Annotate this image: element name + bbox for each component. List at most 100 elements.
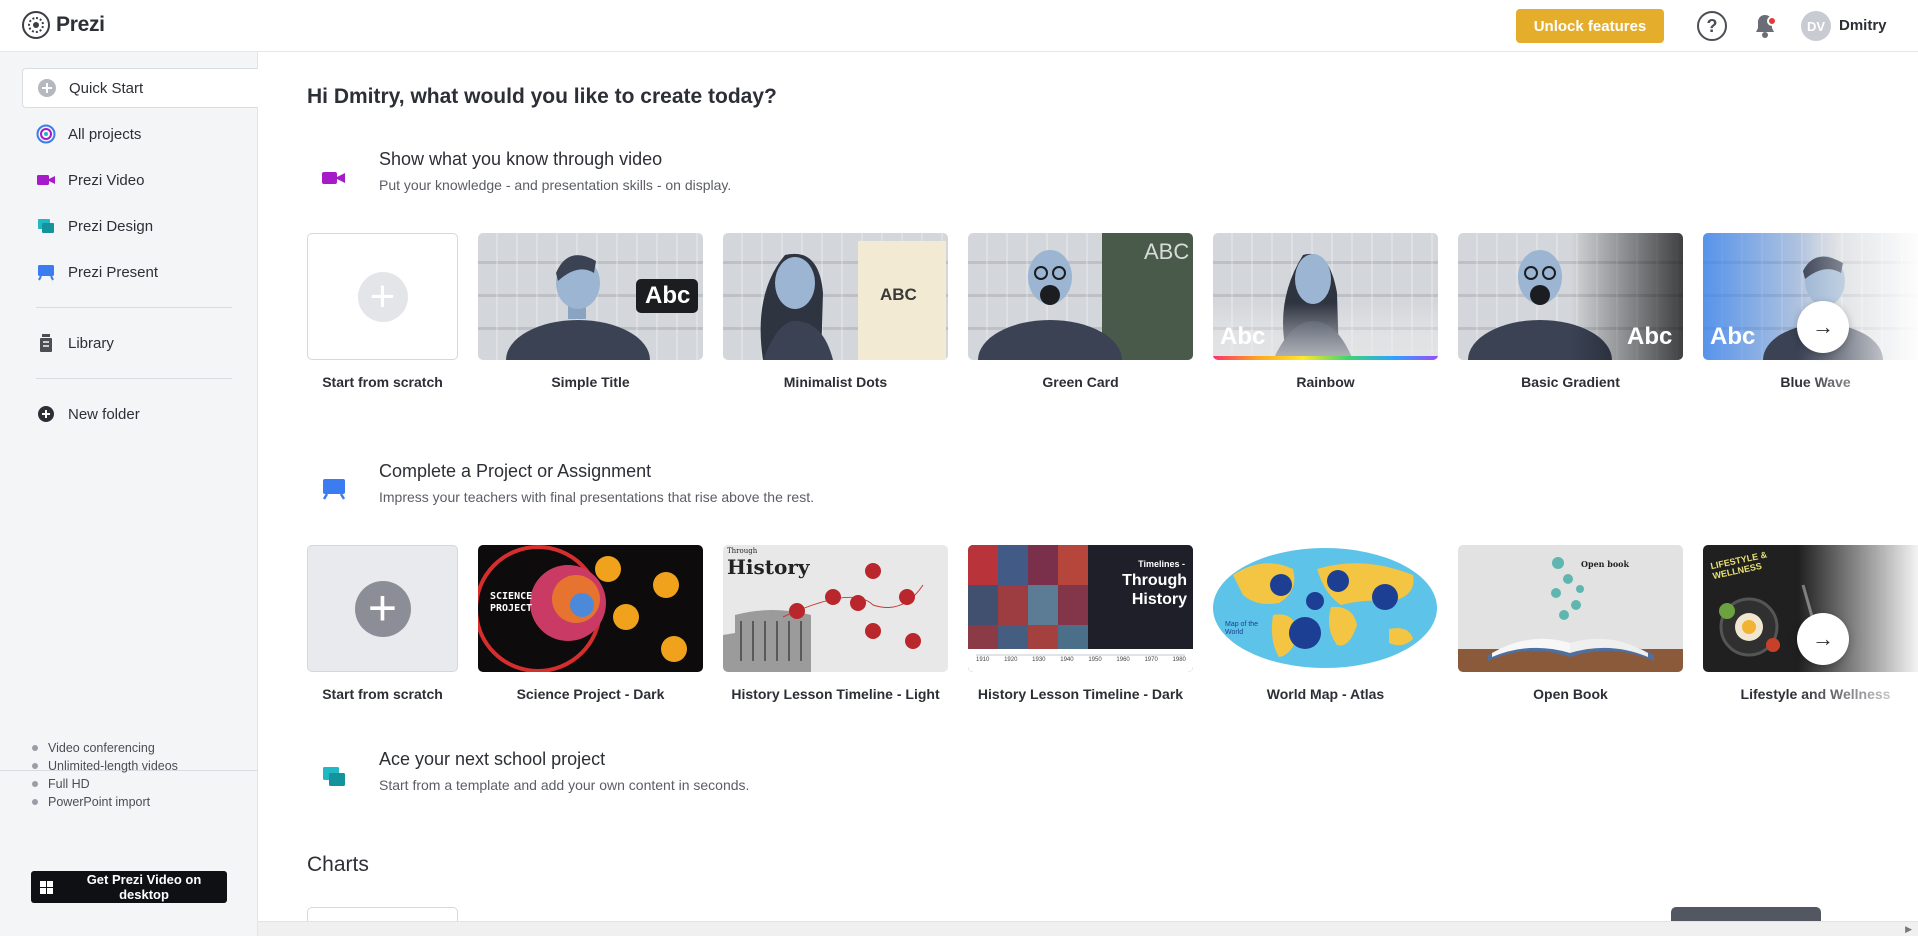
feature-item: Full HD: [32, 775, 178, 793]
sidebar-item-prezi-design[interactable]: Prezi Design: [22, 206, 258, 246]
section-title: Complete a Project or Assignment: [379, 461, 652, 481]
logo-text: Prezi: [56, 13, 105, 36]
feature-item: Unlimited-length videos: [32, 757, 178, 775]
top-bar: Prezi Unlock features ? DV Dmitry: [0, 0, 1918, 52]
thumb-text: Timelines -: [1138, 559, 1185, 569]
card-label: Start from scratch: [322, 686, 443, 702]
spiral-icon: [36, 124, 56, 144]
page-title: Hi Dmitry, what would you like to create…: [307, 85, 777, 108]
next-arrow-icon[interactable]: →: [1797, 613, 1849, 665]
card-label: Simple Title: [551, 374, 630, 390]
thumb-text: Through: [727, 547, 758, 555]
video-camera-icon: [36, 170, 56, 190]
sidebar-item-label: Prezi Video: [68, 171, 145, 189]
feature-item: Video conferencing: [32, 739, 178, 757]
sidebar-item-label: Prezi Present: [68, 263, 159, 281]
sidebar-item-library[interactable]: Library: [22, 323, 258, 363]
sidebar-divider: [36, 378, 232, 379]
sidebar-item-label: Library: [68, 334, 114, 352]
thumb-text: Abc: [645, 282, 691, 309]
thumb-text: Open book: [1581, 559, 1630, 569]
sidebar-item-label: Prezi Design: [68, 217, 154, 235]
presentation-icon: [36, 262, 56, 282]
sidebar-item-label: New folder: [68, 405, 140, 423]
section-subtitle: Impress your teachers with final present…: [379, 489, 814, 505]
sidebar-item-label: Quick Start: [69, 79, 144, 97]
card-label: Green Card: [1042, 374, 1119, 390]
thumb-text: Abc: [1220, 323, 1266, 350]
card-label: Start from scratch: [322, 374, 443, 390]
horizontal-scrollbar[interactable]: ▶: [258, 921, 1918, 936]
card-label: Minimalist Dots: [783, 374, 888, 390]
sidebar-item-prezi-video[interactable]: Prezi Video: [22, 160, 258, 200]
template-card-rainbow[interactable]: Abc: [1213, 233, 1438, 360]
card-label: History Lesson Timeline - Light: [731, 686, 940, 702]
section-subtitle: Start from a template and add your own c…: [379, 777, 750, 793]
thumb-text: History: [727, 555, 810, 579]
user-name[interactable]: Dmitry: [1839, 17, 1887, 34]
prezi-logo-icon: [22, 11, 50, 39]
section-title: Show what you know through video: [379, 149, 663, 169]
card-label: Rainbow: [1296, 374, 1355, 390]
feature-list: Video conferencing Unlimited-length vide…: [32, 739, 178, 811]
design-icon: [36, 216, 56, 236]
design-icon: [323, 767, 345, 786]
world-map-thumbnail: [1213, 548, 1437, 668]
template-card-basic-gradient[interactable]: Abc: [1458, 233, 1683, 360]
scroll-right-arrow-icon[interactable]: ▶: [1905, 924, 1912, 935]
feature-item: PowerPoint import: [32, 793, 178, 811]
main-content: Hi Dmitry, what would you like to create…: [258, 52, 1918, 922]
chart-card[interactable]: [307, 907, 458, 922]
template-card-green-card[interactable]: ABC: [968, 233, 1193, 360]
template-card-minimalist-dots[interactable]: ABC: [723, 233, 948, 360]
get-desktop-label: Get Prezi Video on desktop: [86, 872, 202, 902]
get-desktop-app-button[interactable]: Get Prezi Video on desktop: [31, 871, 227, 903]
section-subtitle: Put your knowledge - and presentation sk…: [379, 177, 732, 193]
thumb-text: Through History: [1122, 572, 1187, 608]
unlock-features-button[interactable]: Unlock features: [1516, 9, 1664, 43]
template-card-world-map-atlas[interactable]: Map of the World: [1213, 545, 1438, 672]
trash-bin-icon: [36, 333, 56, 353]
chart-template-card[interactable]: [1671, 907, 1821, 922]
card-label: World Map - Atlas: [1266, 686, 1385, 702]
next-arrow-icon[interactable]: →: [1797, 301, 1849, 353]
plus-icon: +: [354, 580, 411, 637]
template-card-history-timeline-dark[interactable]: Timelines - Through History 1910 1920 193…: [968, 545, 1193, 672]
notification-dot: [1767, 16, 1777, 26]
plus-circle-icon: [37, 78, 57, 98]
plus-circle-icon: [36, 404, 56, 424]
avatar[interactable]: DV: [1801, 11, 1831, 41]
help-icon[interactable]: ?: [1697, 11, 1727, 41]
sidebar-item-label: All projects: [68, 125, 142, 143]
template-card-open-book[interactable]: Open book: [1458, 545, 1683, 672]
sidebar-item-quick-start[interactable]: Quick Start: [22, 68, 258, 108]
thumb-text: ABC: [880, 285, 917, 304]
template-card-history-timeline-light[interactable]: Through History: [723, 545, 948, 672]
open-book-thumbnail: [1458, 557, 1683, 672]
start-from-scratch-card[interactable]: +: [307, 545, 458, 672]
card-label: History Lesson Timeline - Dark: [977, 686, 1184, 702]
thumb-text: Abc: [1710, 323, 1756, 350]
thumb-text: ABC: [1144, 239, 1190, 264]
video-camera-icon: [322, 172, 345, 184]
sidebar-divider: [36, 307, 232, 308]
thumb-text: SCIENCE PROJECT: [490, 591, 533, 614]
charts-heading: Charts: [307, 853, 369, 876]
thumb-text: Abc: [1627, 323, 1673, 350]
timeline-years: 1910 1920 1930 1940 1950 1960 1970 1980: [976, 657, 1186, 663]
thumb-text: Map of the World: [1225, 621, 1259, 636]
section-title: Ace your next school project: [379, 749, 606, 769]
card-label: Basic Gradient: [1521, 374, 1620, 390]
sidebar-item-all-projects[interactable]: All projects: [22, 114, 258, 154]
start-from-scratch-card[interactable]: +: [307, 233, 458, 360]
template-card-science-project-dark[interactable]: SCIENCE PROJECT: [478, 545, 703, 672]
sidebar-item-prezi-present[interactable]: Prezi Present: [22, 252, 258, 292]
template-card-simple-title[interactable]: Abc: [478, 233, 703, 360]
plus-icon: +: [357, 271, 408, 322]
prezi-logo[interactable]: Prezi: [22, 11, 105, 39]
card-label: Open Book: [1533, 686, 1608, 702]
presentation-icon: [322, 479, 346, 500]
sidebar-item-new-folder[interactable]: New folder: [22, 394, 258, 434]
windows-icon: [40, 880, 53, 894]
card-label: Science Project - Dark: [516, 686, 665, 702]
